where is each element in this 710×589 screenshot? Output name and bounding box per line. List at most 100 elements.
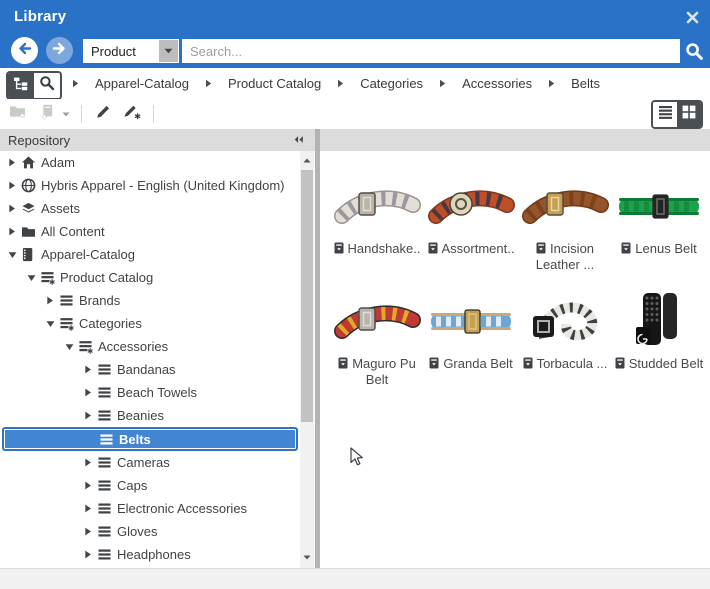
product-tile-studded-belt[interactable]: Studded Belt — [612, 283, 706, 398]
expand-arrow-icon[interactable] — [8, 227, 21, 236]
scroll-up-icon[interactable] — [300, 153, 314, 167]
panel-divider[interactable] — [315, 129, 320, 568]
edit-new-button[interactable] — [122, 103, 142, 125]
tree-item-product-catalog[interactable]: Product Catalog — [0, 266, 300, 289]
product-tile-handshake[interactable]: Handshake.. — [330, 168, 424, 283]
product-tile-torbacula[interactable]: Torbacula ... — [518, 283, 612, 398]
product-label: Maguro Pu Belt — [331, 356, 423, 387]
tree-item-gloves[interactable]: Gloves — [0, 520, 300, 543]
product-name: Torbacula ... — [537, 356, 608, 371]
breadcrumb-item-apparel-catalog[interactable]: Apparel-Catalog — [95, 76, 189, 91]
expand-arrow-icon[interactable] — [84, 481, 97, 490]
breadcrumb-item-product-catalog[interactable]: Product Catalog — [228, 76, 321, 91]
tree-item-label: Accessories — [98, 339, 168, 354]
tree-mode-button[interactable] — [8, 73, 34, 98]
collapse-panel-icon[interactable] — [292, 133, 305, 146]
tree-item-categories[interactable]: Categories — [0, 312, 300, 335]
layers-icon — [21, 201, 40, 216]
tree-item-bandanas[interactable]: Bandanas — [0, 358, 300, 381]
expand-arrow-icon[interactable] — [46, 296, 59, 305]
breadcrumb-separator-icon — [205, 79, 212, 88]
scroll-down-icon[interactable] — [300, 550, 314, 564]
product-tile-incision-leather[interactable]: Incision Leather ... — [518, 168, 612, 283]
product-thumbnail — [520, 291, 610, 351]
expand-arrow-icon[interactable] — [8, 204, 21, 213]
chevron-down-icon[interactable] — [159, 40, 178, 62]
search-input[interactable] — [182, 39, 680, 63]
expand-arrow-icon[interactable] — [84, 458, 97, 467]
tree-item-all-content[interactable]: All Content — [0, 220, 300, 243]
magnifier-icon — [39, 75, 55, 96]
product-label: Granda Belt — [425, 356, 517, 372]
expand-arrow-icon[interactable] — [84, 550, 97, 559]
nav-bar: Product — [0, 33, 710, 68]
arrow-left-icon — [16, 40, 33, 62]
tree-item-caps[interactable]: Caps — [0, 474, 300, 497]
forward-button[interactable] — [46, 37, 73, 64]
tree-item-beanies[interactable]: Beanies — [0, 404, 300, 427]
expand-arrow-icon[interactable] — [84, 388, 97, 397]
product-tile-maguro-pu-belt[interactable]: Maguro Pu Belt — [330, 283, 424, 398]
breadcrumb-row: Apparel-Catalog Product Catalog Categories… — [0, 68, 710, 99]
product-thumbnail — [426, 176, 516, 236]
category-icon — [97, 363, 116, 376]
expand-arrow-icon[interactable] — [84, 504, 97, 513]
product-name: Assortment.. — [442, 241, 515, 256]
list-view-button[interactable] — [653, 102, 677, 127]
repository-header: Repository — [0, 129, 315, 151]
tree-item-beach-towels[interactable]: Beach Towels — [0, 381, 300, 404]
tree-item-assets[interactable]: Assets — [0, 197, 300, 220]
product-tile-assortment[interactable]: Assortment.. — [424, 168, 518, 283]
expand-arrow-icon[interactable] — [8, 181, 21, 190]
expand-arrow-icon[interactable] — [84, 411, 97, 420]
tree-item-adam[interactable]: Adam — [0, 151, 300, 174]
search-icon[interactable] — [683, 40, 705, 62]
product-label: Incision Leather ... — [519, 241, 611, 272]
tree-item-brands[interactable]: Brands — [0, 289, 300, 312]
category-icon — [97, 386, 116, 399]
category-icon — [97, 548, 116, 561]
tree-item-belts[interactable]: Belts — [2, 427, 298, 451]
product-label: Torbacula ... — [519, 356, 611, 372]
grid-view-button[interactable] — [677, 102, 701, 127]
search-mode-button[interactable] — [34, 73, 60, 98]
tree-item-label: Brands — [79, 293, 120, 308]
tree-item-hybris-apparel-english-united-kingdom[interactable]: Hybris Apparel - English (United Kingdom… — [0, 174, 300, 197]
scrollbar-thumb[interactable] — [301, 170, 313, 422]
category-icon — [97, 409, 116, 422]
product-icon — [615, 357, 625, 372]
collapse-arrow-icon[interactable] — [46, 320, 59, 328]
breadcrumb-item-categories[interactable]: Categories — [360, 76, 423, 91]
product-label: Lenus Belt — [613, 241, 705, 257]
expand-arrow-icon[interactable] — [8, 158, 21, 167]
tree-item-electronic-accessories[interactable]: Electronic Accessories — [0, 497, 300, 520]
tree-scrollbar[interactable] — [300, 151, 314, 568]
tree-item-headphones[interactable]: Headphones — [0, 543, 300, 566]
tree-item-label: Belts — [119, 432, 151, 447]
collapse-arrow-icon[interactable] — [27, 274, 40, 282]
arrow-right-icon — [51, 40, 68, 62]
breadcrumb-item-accessories[interactable]: Accessories — [462, 76, 532, 91]
product-tile-granda-belt[interactable]: Granda Belt — [424, 283, 518, 398]
breadcrumb-item-belts[interactable]: Belts — [571, 76, 600, 91]
tree-item-cameras[interactable]: Cameras — [0, 451, 300, 474]
edit-button[interactable] — [93, 103, 113, 125]
status-bar — [0, 568, 710, 589]
product-icon — [334, 242, 344, 257]
tree-item-label: Categories — [79, 316, 142, 331]
category-icon — [59, 294, 78, 307]
folder-icon — [21, 225, 40, 238]
close-icon[interactable] — [683, 8, 701, 26]
back-button[interactable] — [11, 37, 38, 64]
collapse-arrow-icon[interactable] — [8, 251, 21, 259]
search-type-select[interactable]: Product — [83, 39, 179, 63]
tree-item-apparel-catalog[interactable]: Apparel-Catalog — [0, 243, 300, 266]
search-type-value: Product — [83, 44, 159, 59]
product-tile-lenus-belt[interactable]: Lenus Belt — [612, 168, 706, 283]
product-name: Studded Belt — [629, 356, 703, 371]
collapse-arrow-icon[interactable] — [65, 343, 78, 351]
tree-item-label: Headphones — [117, 547, 191, 562]
expand-arrow-icon[interactable] — [84, 365, 97, 374]
expand-arrow-icon[interactable] — [84, 527, 97, 536]
tree-item-accessories[interactable]: Accessories — [0, 335, 300, 358]
